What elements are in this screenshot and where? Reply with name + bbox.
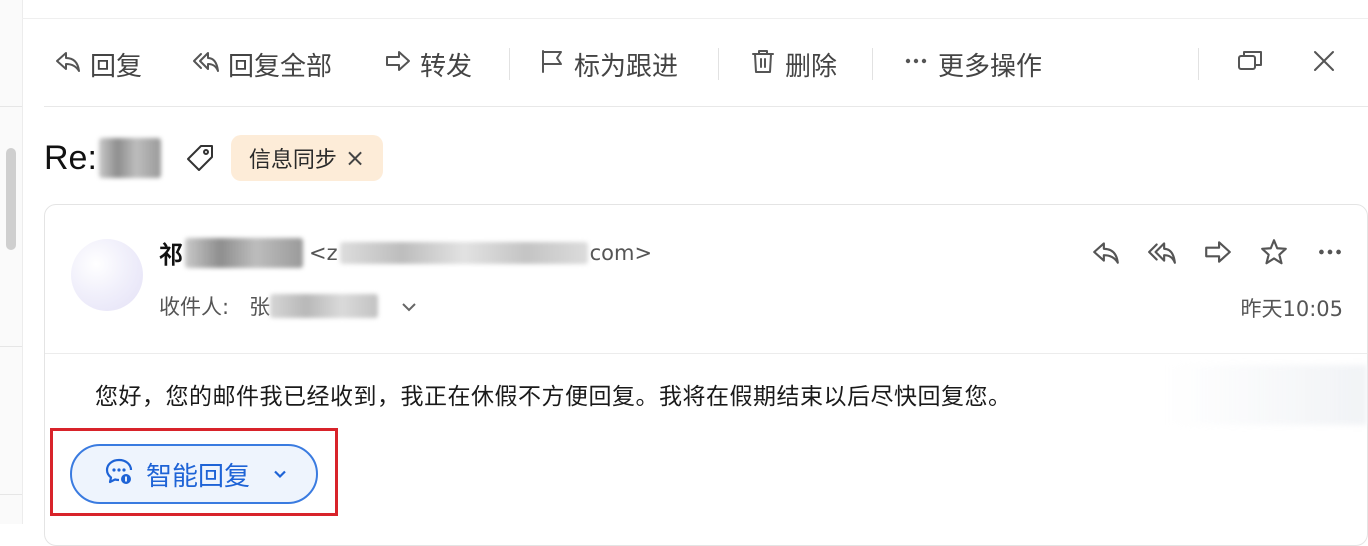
message-body: 您好，您的邮件我已经收到，我正在休假不方便回复。我将在假期结束以后尽快回复您。 (95, 384, 1012, 410)
sender-email-prefix: <z (309, 240, 338, 265)
flag-button[interactable]: 标为跟进 (538, 40, 678, 88)
tag-icon[interactable] (185, 143, 215, 173)
tag-chip[interactable]: 信息同步 × (230, 135, 384, 181)
restore-window-icon (1236, 47, 1264, 82)
reply-icon[interactable] (1091, 237, 1121, 271)
forward-label: 转发 (420, 51, 473, 82)
toolbar-separator (509, 48, 510, 80)
toolbar-separator (872, 48, 873, 80)
timestamp: 昨天10:05 (1240, 297, 1343, 321)
divider (44, 106, 1368, 107)
forward-icon[interactable] (1203, 237, 1233, 271)
sender-name[interactable]: 祁 (159, 235, 183, 270)
more-label: 更多操作 (938, 51, 1043, 82)
sender-row: 祁 <z com> (159, 235, 652, 270)
more-icon[interactable] (1315, 237, 1345, 271)
tag-label: 信息同步 (248, 148, 337, 173)
delete-button[interactable]: 删除 (749, 40, 837, 88)
reply-button[interactable]: 回复 (54, 40, 142, 88)
highlight-box (50, 428, 338, 516)
subject-row: Re: 信息同步 × (44, 128, 384, 188)
close-button[interactable] (1310, 40, 1338, 88)
subject-prefix: Re: (44, 138, 97, 177)
star-icon[interactable] (1259, 237, 1289, 271)
reply-all-button[interactable]: 回复全部 (192, 40, 332, 88)
recipients-row: 收件人: 张 (159, 291, 418, 321)
divider (45, 353, 1367, 354)
more-actions-button[interactable]: 更多操作 (902, 40, 1042, 88)
reply-all-icon (192, 47, 220, 82)
avatar (71, 239, 143, 311)
toolbar: 回复 回复全部 转发 标为跟进 删除 更多操作 (44, 40, 1368, 88)
divider (22, 18, 1368, 19)
tag-remove-button[interactable]: × (345, 144, 365, 172)
sender-email-suffix: com> (589, 240, 653, 265)
reply-icon (54, 47, 82, 82)
to-label: 收件人: (159, 295, 230, 319)
toolbar-separator (1198, 48, 1199, 80)
forward-button[interactable]: 转发 (384, 40, 472, 88)
redacted-email (339, 241, 588, 264)
toolbar-separator (718, 48, 719, 80)
message-actions (1091, 237, 1345, 271)
flag-icon (538, 47, 566, 82)
chevron-down-icon[interactable] (400, 297, 418, 315)
divider (0, 494, 22, 495)
divider (0, 346, 22, 347)
recipient-name[interactable]: 张 (249, 291, 270, 321)
watermark (1167, 365, 1367, 425)
close-icon (1310, 47, 1338, 82)
sender-email[interactable]: <z com> (309, 241, 652, 265)
scrollbar[interactable] (6, 148, 16, 250)
redacted-subject (98, 138, 161, 178)
more-icon (902, 47, 930, 82)
redacted-recipient (270, 294, 379, 318)
divider (0, 106, 22, 107)
redacted-sender-name (185, 237, 303, 268)
reply-label: 回复 (90, 51, 143, 82)
reply-all-icon[interactable] (1147, 237, 1177, 271)
flag-label: 标为跟进 (574, 51, 679, 82)
email-subject: Re: (44, 138, 161, 178)
delete-label: 删除 (785, 51, 838, 82)
left-panel-edge (0, 0, 23, 524)
trash-icon (749, 47, 777, 82)
restore-window-button[interactable] (1236, 40, 1264, 88)
reply-all-label: 回复全部 (228, 51, 333, 82)
forward-icon (384, 47, 412, 82)
